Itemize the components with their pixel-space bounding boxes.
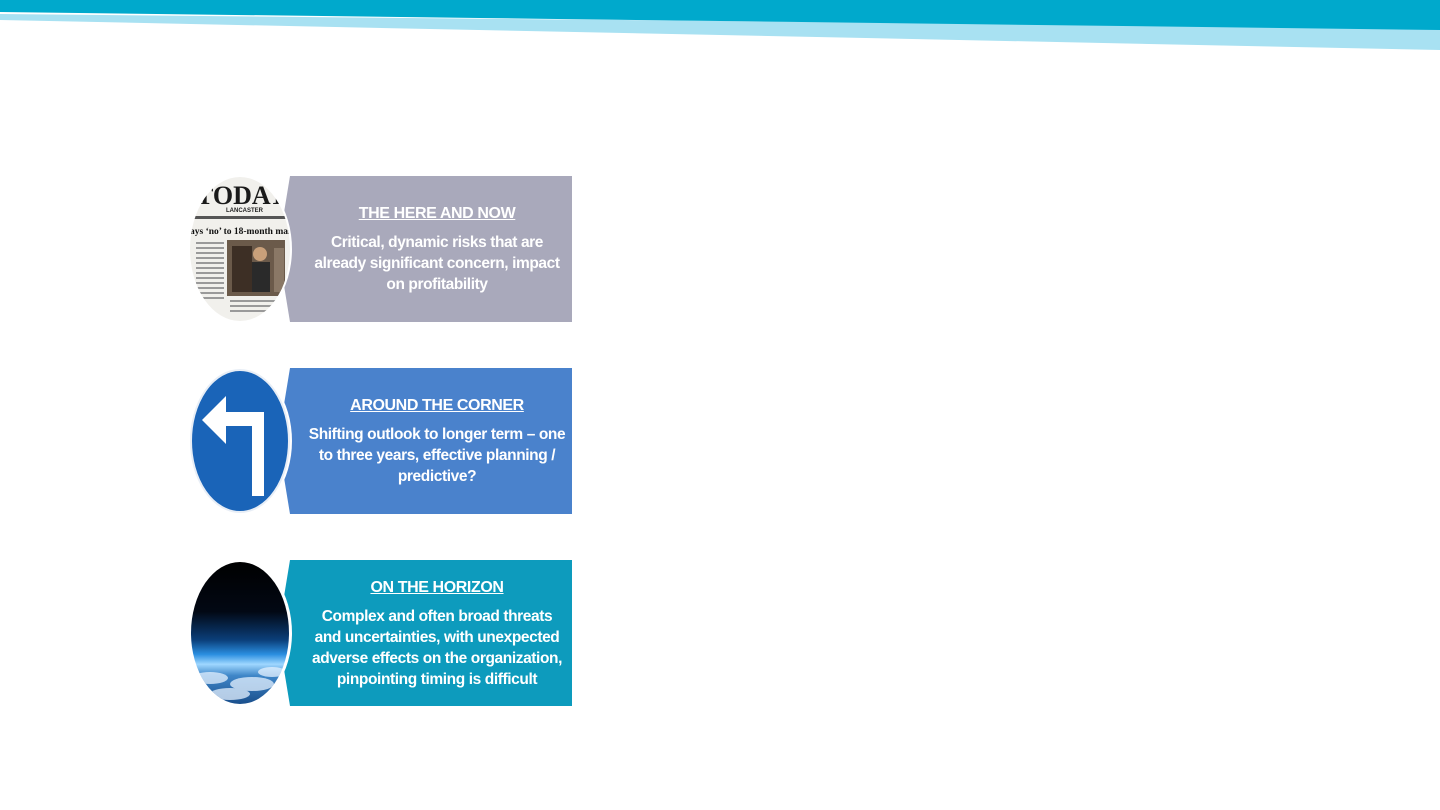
newspaper-icon: TODAY LANCASTER ays ‘no’ to 18-month mas… — [190, 176, 294, 322]
on-the-horizon-heading: ON THE HORIZON — [370, 578, 504, 596]
risk-block-here-and-now: THE HERE AND NOW Critical, dynamic risks… — [190, 176, 572, 322]
around-the-corner-text: AROUND THE CORNER Shifting outlook to lo… — [308, 368, 566, 514]
risk-block-on-the-horizon: ON THE HORIZON Complex and often broad t… — [190, 560, 572, 706]
turn-left-sign-icon — [190, 368, 292, 514]
risk-block-around-the-corner: AROUND THE CORNER Shifting outlook to lo… — [190, 368, 572, 514]
here-and-now-body: Critical, dynamic risks that are already… — [314, 234, 560, 293]
on-the-horizon-text: ON THE HORIZON Complex and often broad t… — [308, 560, 566, 706]
around-the-corner-body: Shifting outlook to longer term – one to… — [308, 426, 566, 485]
on-the-horizon-body: Complex and often broad threats and unce… — [311, 607, 563, 688]
newspaper-headline: ays ‘no’ to 18-month mast — [190, 226, 294, 237]
newspaper-city: LANCASTER — [226, 208, 264, 214]
around-the-corner-heading: AROUND THE CORNER — [350, 397, 524, 414]
top-banner — [0, 0, 1440, 50]
slide: THE HERE AND NOW Critical, dynamic risks… — [0, 0, 1440, 810]
here-and-now-heading: THE HERE AND NOW — [358, 205, 516, 222]
here-and-now-text: THE HERE AND NOW Critical, dynamic risks… — [308, 176, 566, 322]
earth-horizon-icon — [190, 560, 292, 706]
